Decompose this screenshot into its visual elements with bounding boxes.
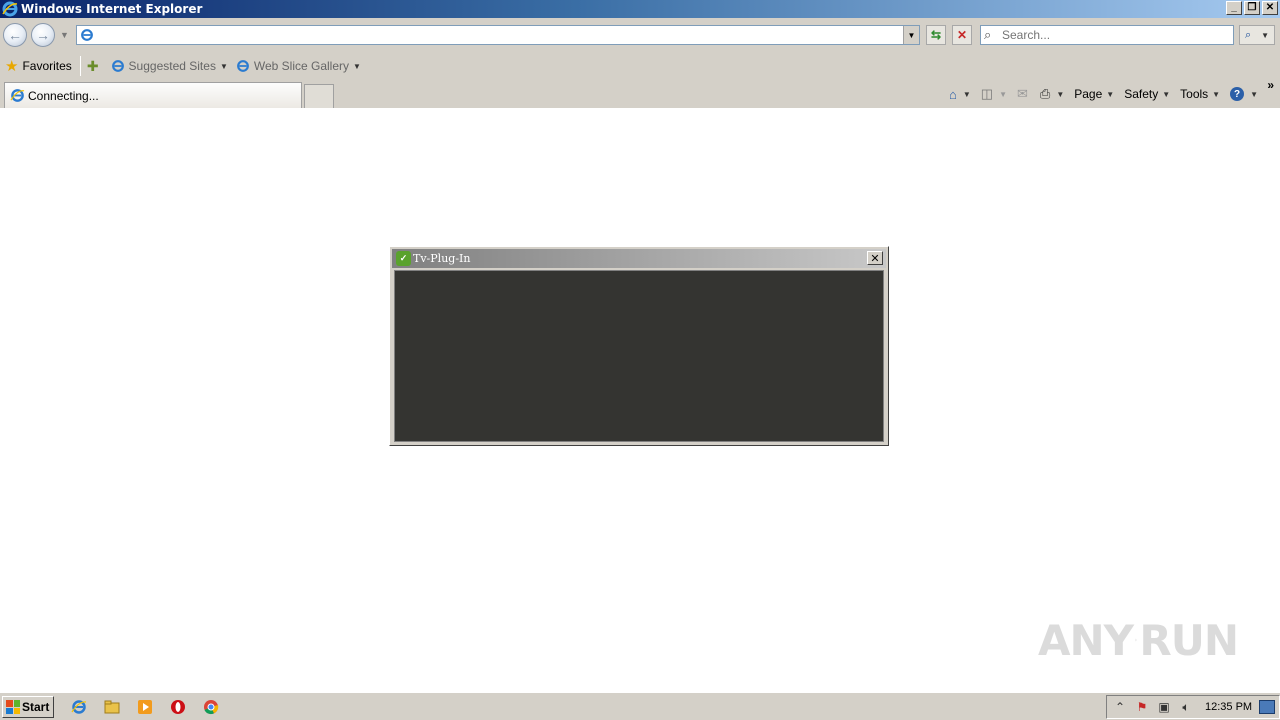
back-arrow-icon: ← — [8, 27, 22, 43]
tab-row: Connecting... ⌂ ▼ ◫ ▼ ✉ ⎙ ▼ Page ▼ Safet… — [0, 78, 1280, 108]
internet-explorer-icon — [10, 89, 25, 102]
chevron-down-icon: ▼ — [353, 61, 361, 71]
system-tray: ⌃ ⚑ ▣ 🔈︎ 12:35 PM — [1106, 695, 1280, 719]
search-input[interactable] — [1002, 27, 1230, 43]
tools-menu-label: Tools — [1180, 87, 1209, 101]
chevron-down-icon: ▼ — [1250, 89, 1258, 99]
navigation-bar: ← → ▼ ▼ ⇆ ✕ ⌕ ⌕ ▼ — [0, 18, 1280, 52]
refresh-button[interactable]: ⇆ — [926, 25, 946, 45]
chevron-down-icon: ▼ — [1261, 30, 1270, 40]
search-provider-icon: ⌕ — [984, 27, 992, 42]
title-bar: Windows Internet Explorer _ ❐ ✕ — [0, 0, 1280, 18]
favorites-button[interactable]: ★ Favorites — [5, 57, 72, 75]
mail-icon: ✉ — [1017, 86, 1028, 101]
chevron-down-icon: ▼ — [1056, 89, 1065, 99]
show-desktop-button[interactable] — [1259, 700, 1275, 714]
network-icon[interactable]: ▣ — [1155, 698, 1173, 716]
plugin-app-icon: ✓ — [396, 251, 411, 266]
back-button[interactable]: ← — [3, 23, 27, 47]
internet-explorer-icon — [2, 1, 18, 17]
forward-button[interactable]: → — [31, 23, 55, 47]
favorites-bar: ★ Favorites ✚ Suggested Sites ▼ Web Slic… — [0, 52, 1280, 80]
dialog-title-bar[interactable]: ✓ Tv-Plug-In ✕ — [392, 249, 886, 268]
watermark-right-text: RUN — [1139, 615, 1239, 665]
taskbar: Start ⌃ ⚑ ▣ 🔈︎ 12:35 PM — [0, 692, 1280, 720]
search-button[interactable]: ⌕ ▼ — [1239, 25, 1275, 45]
page-menu[interactable]: Page ▼ — [1074, 87, 1114, 101]
action-center-icon[interactable]: ⚑ — [1133, 698, 1151, 716]
restore-button[interactable]: ❐ — [1244, 1, 1260, 15]
forward-arrow-icon: → — [36, 27, 50, 43]
home-icon: ⌂ — [949, 86, 957, 102]
chevron-down-icon: ▼ — [999, 89, 1007, 99]
tools-menu[interactable]: Tools ▼ — [1180, 87, 1220, 101]
address-dropdown-button[interactable]: ▼ — [903, 26, 919, 44]
chevron-down-icon: ▼ — [219, 61, 228, 71]
read-mail-button[interactable]: ✉ — [1017, 86, 1030, 102]
help-button[interactable]: ? ▼ — [1230, 87, 1258, 101]
search-icon: ⌕ — [1244, 28, 1252, 41]
safety-menu[interactable]: Safety ▼ — [1124, 87, 1170, 101]
internet-explorer-icon — [111, 60, 124, 72]
print-button[interactable]: ⎙ ▼ — [1040, 86, 1064, 102]
home-button[interactable]: ⌂ ▼ — [949, 87, 971, 102]
clock[interactable]: 12:35 PM — [1205, 701, 1252, 713]
address-bar[interactable]: ▼ — [76, 25, 920, 45]
tab-connecting[interactable]: Connecting... — [4, 82, 302, 108]
web-slice-gallery-label: Web Slice Gallery — [253, 59, 350, 73]
internet-explorer-icon[interactable] — [70, 698, 88, 716]
help-icon: ? — [1230, 87, 1245, 101]
internet-explorer-icon — [236, 60, 249, 72]
window-controls: _ ❐ ✕ — [1226, 1, 1278, 15]
close-button[interactable]: ✕ — [1262, 1, 1278, 15]
suggested-sites-label: Suggested Sites — [128, 59, 216, 73]
tv-plug-in-dialog: ✓ Tv-Plug-In ✕ — [389, 246, 889, 446]
quick-launch — [70, 698, 220, 716]
add-to-favorites-icon[interactable]: ✚ — [87, 58, 99, 75]
rss-feed-icon: ◫ — [980, 86, 994, 101]
start-button[interactable]: Start — [2, 696, 54, 718]
chevron-down-icon: ▼ — [1212, 89, 1221, 99]
toolbar-overflow-chevron-icon[interactable]: » — [1267, 78, 1274, 92]
media-player-icon[interactable] — [136, 698, 154, 716]
page-icon — [81, 29, 93, 41]
anyrun-watermark: ANY RUN — [1038, 608, 1239, 672]
recent-pages-dropdown[interactable]: ▼ — [60, 30, 69, 40]
play-logo-icon — [1135, 638, 1138, 642]
chrome-icon[interactable] — [202, 698, 220, 716]
stop-icon: ✕ — [956, 28, 968, 42]
opera-icon[interactable] — [169, 698, 187, 716]
safety-menu-label: Safety — [1124, 87, 1159, 101]
search-box[interactable]: ⌕ — [980, 25, 1234, 45]
dialog-title: Tv-Plug-In — [413, 252, 471, 265]
feeds-button[interactable]: ◫ ▼ — [981, 86, 1007, 102]
chevron-down-icon: ▼ — [1106, 89, 1115, 99]
show-hidden-icons-icon[interactable]: ⌃ — [1111, 698, 1129, 716]
favorites-star-icon: ★ — [5, 58, 19, 75]
web-slice-gallery-link[interactable]: Web Slice Gallery ▼ — [236, 59, 361, 73]
suggested-sites-link[interactable]: Suggested Sites ▼ — [111, 59, 228, 73]
watermark-left-text: ANY — [1038, 615, 1134, 665]
divider — [79, 56, 81, 76]
dialog-content-area — [394, 270, 884, 442]
chevron-down-icon: ▼ — [1162, 89, 1171, 99]
command-bar: ⌂ ▼ ◫ ▼ ✉ ⎙ ▼ Page ▼ Safety ▼ Tools ▼ ? … — [943, 84, 1272, 104]
stop-button[interactable]: ✕ — [952, 25, 972, 45]
folder-icon[interactable] — [103, 698, 121, 716]
tab-label: Connecting... — [28, 88, 99, 103]
chevron-down-icon: ▼ — [962, 89, 971, 99]
window-title: Windows Internet Explorer — [21, 2, 203, 16]
printer-icon: ⎙ — [1039, 86, 1051, 101]
page-menu-label: Page — [1074, 87, 1103, 101]
windows-logo-icon — [6, 700, 20, 714]
volume-icon[interactable]: 🔈︎ — [1177, 698, 1195, 716]
dialog-close-button[interactable]: ✕ — [867, 251, 883, 265]
refresh-icon: ⇆ — [930, 28, 942, 42]
address-input[interactable] — [97, 27, 902, 43]
new-tab-button[interactable] — [304, 84, 334, 108]
minimize-button[interactable]: _ — [1226, 1, 1242, 15]
favorites-label: Favorites — [22, 59, 72, 73]
start-label: Start — [22, 700, 50, 714]
